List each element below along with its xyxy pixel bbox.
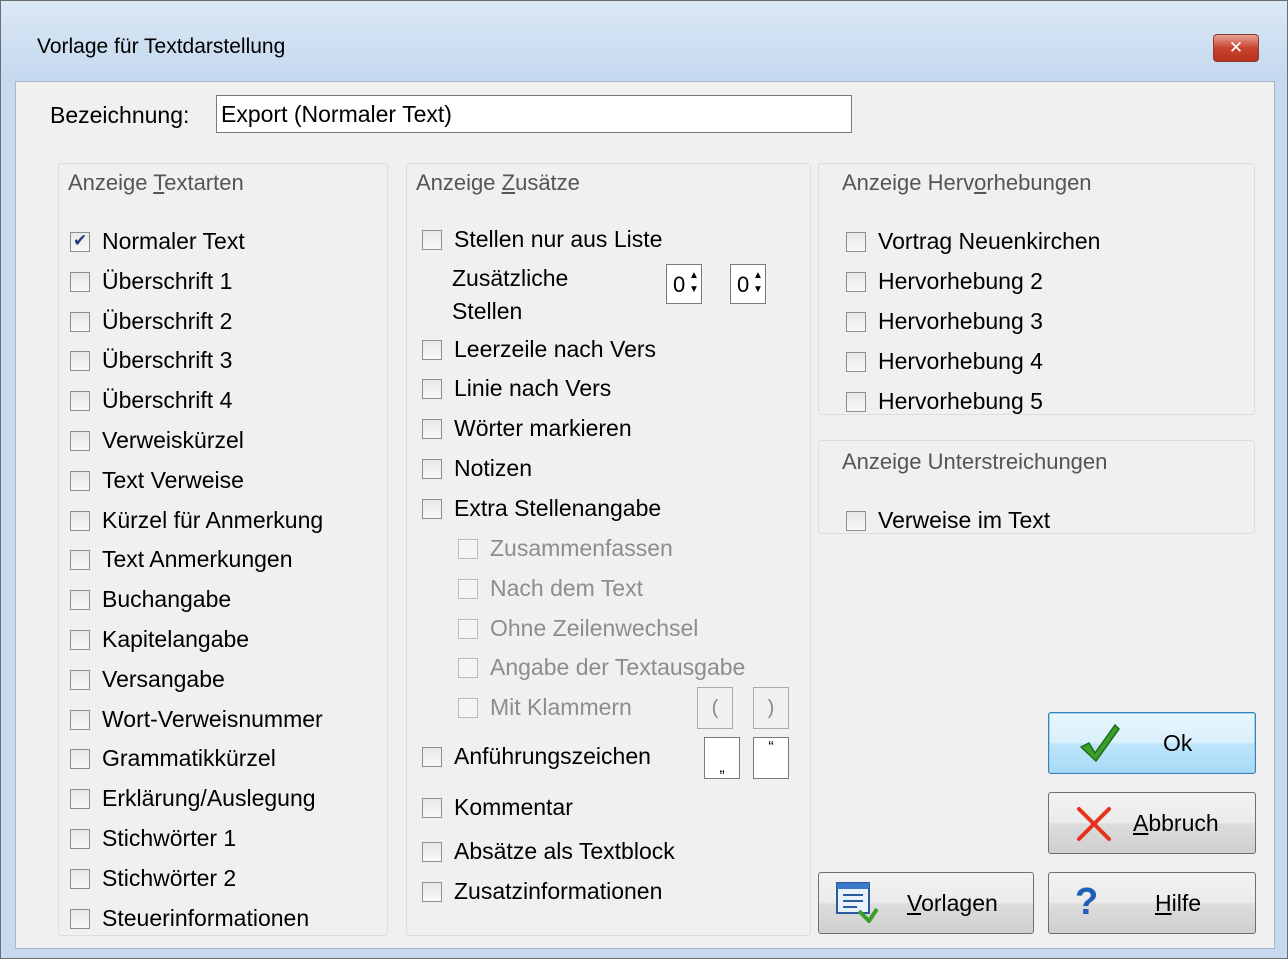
checkbox-box[interactable] [70,789,90,810]
zusaetzliche-stellen-spinner-2[interactable]: 0 ▲ ▼ [730,264,766,304]
klammer-zu-field[interactable]: ) [753,687,789,729]
checkbox-box[interactable] [70,470,90,491]
checkbox-box[interactable] [846,232,866,252]
abbruch-button[interactable]: Abbruch [1048,792,1256,854]
list-icon [835,881,879,929]
zusaetzliche-label-line1: Zusätzliche [452,265,569,291]
title-bar[interactable]: Vorlage für Textdarstellung ✕ [1,1,1287,81]
checkbox-box[interactable] [458,579,478,599]
bezeichnung-input[interactable] [216,95,852,133]
dialog-window: Vorlage für Textdarstellung ✕ Bezeichnun… [0,0,1288,959]
checkbox-box[interactable] [70,908,90,929]
checkbox-box[interactable] [422,499,442,519]
group-title-zusaetze: Anzeige Zusätze [412,170,584,196]
group-title-textarten: Anzeige Textarten [64,170,248,196]
checkbox-box[interactable] [70,630,90,650]
group-title-unterstreichungen: Anzeige Unterstreichungen [838,449,1112,475]
close-icon: ✕ [1228,38,1244,57]
spin-arrows-icon[interactable]: ▲ ▼ [753,269,763,297]
checkbox-box[interactable] [422,459,442,479]
window-title: Vorlage für Textdarstellung [37,35,286,58]
checkbox-box[interactable] [422,230,442,250]
abbruch-label: Abbruch [1133,810,1219,836]
checkbox-box[interactable] [422,340,442,360]
bezeichnung-label: Bezeichnung: [50,102,190,128]
checkbox-box[interactable] [70,231,90,252]
checkbox-box[interactable] [458,658,478,678]
group-title-hervorhebungen: Anzeige Hervorhebungen [838,170,1096,196]
checkbox-box[interactable] [70,431,90,451]
checkbox-box[interactable] [70,868,90,889]
checkbox-box[interactable] [70,550,90,571]
ok-button[interactable]: Ok [1048,712,1256,774]
zusaetzliche-stellen-spinner-1[interactable]: 0 ▲ ▼ [666,264,702,304]
checkbox-box[interactable] [846,272,866,292]
checkbox-box[interactable] [70,311,90,332]
spin-arrows-icon[interactable]: ▲ ▼ [689,269,699,297]
checkbox-box[interactable] [422,379,442,399]
vorlagen-button[interactable]: Vorlagen [818,872,1034,934]
checkbox-box[interactable] [70,709,90,730]
klammer-auf-field[interactable]: ( [697,687,733,729]
checkbox-box[interactable] [846,312,866,332]
checkbox-box[interactable] [422,419,442,439]
checkbox-box[interactable] [70,590,90,611]
checkbox-box[interactable] [70,391,90,412]
vorlagen-label: Vorlagen [907,890,998,916]
checkbox-box[interactable] [846,511,866,531]
checkbox-box[interactable] [422,882,442,902]
checkbox-box[interactable] [70,510,90,531]
checkbox-box[interactable] [70,829,90,849]
cross-icon [1073,803,1115,851]
checkbox-box[interactable] [846,352,866,372]
checkbox-box[interactable] [846,392,866,412]
check-icon [1077,721,1121,771]
dialog-body: Bezeichnung: Anzeige Textarten Normaler … [15,81,1275,949]
checkbox-box[interactable] [70,669,90,690]
checkbox-box[interactable] [458,619,478,639]
zusaetzliche-label-line2: Stellen [452,298,523,324]
checkbox-box[interactable] [422,747,442,767]
question-icon: ? [1075,881,1099,923]
close-button[interactable]: ✕ [1213,34,1259,62]
quote-open-field[interactable]: „ [704,737,740,779]
quote-close-field[interactable]: “ [753,737,789,779]
hilfe-label: Hilfe [1155,890,1202,916]
checkbox-box[interactable] [70,749,90,770]
checkbox-box[interactable] [70,271,90,292]
hilfe-button[interactable]: ? Hilfe [1048,872,1256,934]
checkbox-box[interactable] [458,698,478,718]
checkbox-box[interactable] [422,842,442,862]
checkbox-box[interactable] [422,798,442,818]
checkbox-box[interactable] [458,539,478,559]
checkbox-box[interactable] [70,351,90,372]
